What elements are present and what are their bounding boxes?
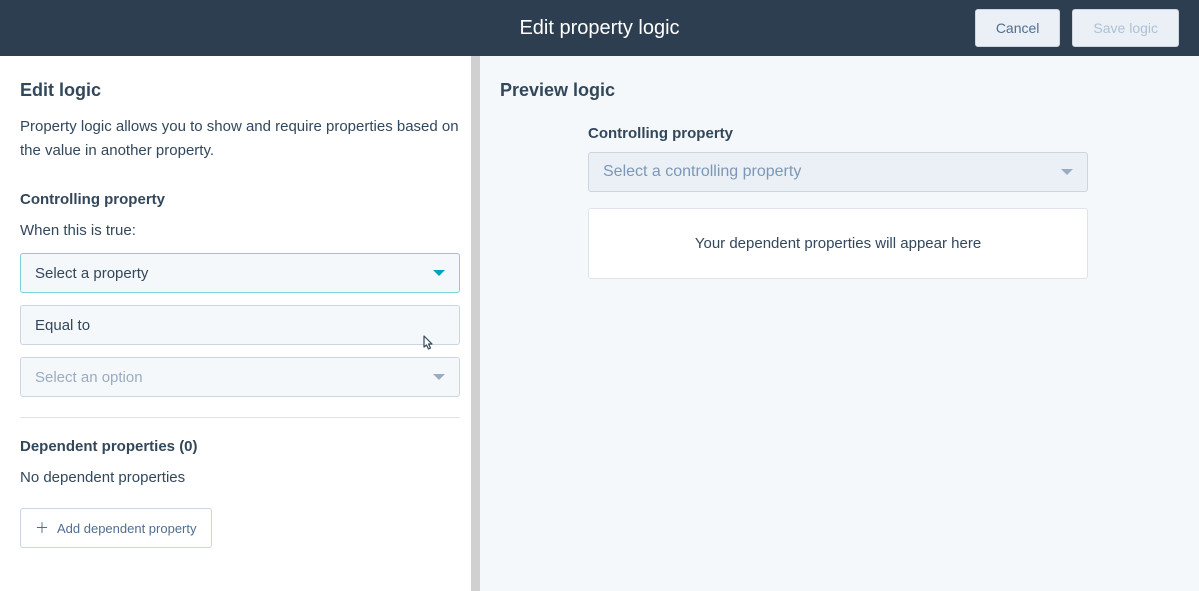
add-dependent-property-button[interactable]: ＋ Add dependent property [20,508,212,548]
select-property-text: Select a property [35,265,148,282]
select-option-dropdown[interactable]: Select an option [20,357,460,397]
operator-dropdown[interactable]: Equal to [20,305,460,345]
header-actions: Cancel Save logic [975,9,1179,47]
operator-text: Equal to [35,317,90,334]
dependent-properties-label: Dependent properties (0) [20,438,460,455]
edit-panel: Edit logic Property logic allows you to … [0,56,480,591]
preview-select-placeholder: Select a controlling property [603,163,801,181]
when-true-label: When this is true: [20,222,460,239]
preview-logic-heading: Preview logic [500,80,1179,101]
plus-icon: ＋ [35,518,49,538]
preview-dependent-card: Your dependent properties will appear he… [588,208,1088,279]
select-property-dropdown[interactable]: Select a property [20,253,460,293]
select-option-text: Select an option [35,369,143,386]
divider [20,417,460,418]
add-dependent-label: Add dependent property [57,521,197,536]
caret-down-icon [433,374,445,380]
controlling-property-label: Controlling property [20,191,460,208]
preview-content: Controlling property Select a controllin… [588,125,1088,279]
no-dependent-text: No dependent properties [20,469,460,486]
edit-logic-heading: Edit logic [20,80,460,101]
preview-controlling-label: Controlling property [588,125,1088,142]
caret-down-icon [433,270,445,276]
cancel-button[interactable]: Cancel [975,9,1061,47]
modal-header: Edit property logic Cancel Save logic [0,0,1199,56]
preview-panel: Preview logic Controlling property Selec… [480,56,1199,591]
save-logic-button: Save logic [1072,9,1179,47]
edit-logic-description: Property logic allows you to show and re… [20,115,460,163]
preview-card-text: Your dependent properties will appear he… [695,235,981,252]
modal-title: Edit property logic [519,17,679,40]
caret-down-icon [1061,169,1073,175]
main-content: Edit logic Property logic allows you to … [0,56,1199,591]
preview-controlling-dropdown: Select a controlling property [588,152,1088,192]
